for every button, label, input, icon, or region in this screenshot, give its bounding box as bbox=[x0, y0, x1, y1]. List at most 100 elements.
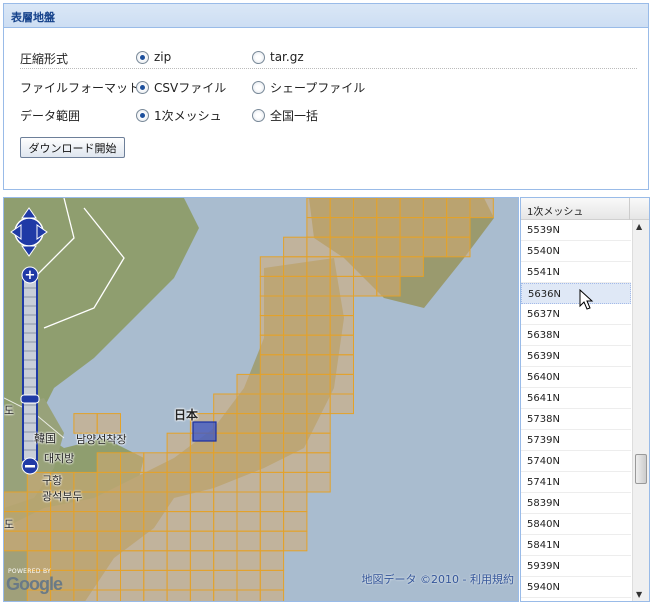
radio-selected-icon[interactable] bbox=[136, 81, 149, 94]
mesh-cell[interactable] bbox=[259, 354, 285, 375]
mesh-cell[interactable] bbox=[96, 511, 121, 532]
mesh-cell[interactable] bbox=[259, 550, 285, 571]
mesh-cell[interactable] bbox=[189, 511, 215, 532]
mesh-cell[interactable] bbox=[73, 589, 98, 602]
mesh-cell[interactable] bbox=[236, 511, 261, 532]
grid-row[interactable]: 5539N bbox=[521, 220, 631, 241]
grid-row[interactable]: 5739N bbox=[521, 430, 631, 451]
mesh-cell[interactable] bbox=[306, 217, 331, 238]
mesh-cell[interactable] bbox=[283, 432, 308, 454]
mesh-cell[interactable] bbox=[259, 491, 285, 513]
mesh-cell[interactable] bbox=[329, 393, 355, 415]
mesh-cell[interactable] bbox=[73, 530, 98, 552]
mesh-cell[interactable] bbox=[399, 236, 424, 258]
mesh-cell[interactable] bbox=[213, 511, 238, 532]
grid-row[interactable]: 5740N bbox=[521, 451, 631, 472]
mesh-cell[interactable] bbox=[166, 530, 191, 552]
mesh-cell[interactable] bbox=[120, 491, 145, 513]
mesh-cell[interactable] bbox=[306, 198, 331, 219]
mesh-cell[interactable] bbox=[306, 452, 331, 473]
mesh-cell[interactable] bbox=[120, 569, 145, 591]
mesh-cell[interactable] bbox=[376, 236, 401, 258]
mesh-cell[interactable] bbox=[329, 217, 355, 238]
mesh-cell[interactable] bbox=[283, 354, 308, 375]
mesh-cell[interactable] bbox=[26, 530, 52, 552]
mesh-cell[interactable] bbox=[376, 198, 401, 219]
mesh-cell[interactable] bbox=[283, 275, 308, 297]
mesh-cell[interactable] bbox=[259, 413, 285, 434]
mesh-cell[interactable] bbox=[446, 217, 471, 238]
mesh-cell[interactable] bbox=[73, 569, 98, 591]
mesh-cell[interactable] bbox=[353, 256, 378, 277]
mesh-cell[interactable] bbox=[259, 511, 285, 532]
mesh-cell[interactable] bbox=[259, 432, 285, 454]
mesh-cell[interactable] bbox=[143, 491, 168, 513]
radio-empty-icon[interactable] bbox=[252, 109, 265, 122]
mesh-cell[interactable] bbox=[213, 393, 238, 415]
mesh-cell[interactable] bbox=[236, 550, 261, 571]
scroll-down-icon[interactable]: ▼ bbox=[636, 590, 642, 599]
radio-empty-icon[interactable] bbox=[252, 50, 265, 64]
grid-scrollbar[interactable]: ▲ ▼ bbox=[632, 220, 649, 601]
mesh-cell[interactable] bbox=[329, 295, 355, 317]
grid-row[interactable]: 5637N bbox=[521, 304, 631, 325]
mesh-cell[interactable] bbox=[189, 491, 215, 513]
mesh-cell[interactable] bbox=[189, 530, 215, 552]
mesh-cell[interactable] bbox=[4, 491, 28, 513]
grid-row[interactable]: 5939N bbox=[521, 556, 631, 577]
mesh-cell[interactable] bbox=[96, 452, 121, 473]
mesh-cell[interactable] bbox=[236, 471, 261, 493]
mesh-cell[interactable] bbox=[353, 236, 378, 258]
mesh-cell[interactable] bbox=[283, 471, 308, 493]
mesh-cell[interactable] bbox=[143, 589, 168, 602]
mesh-cell[interactable] bbox=[236, 452, 261, 473]
mesh-cell[interactable] bbox=[399, 217, 424, 238]
mesh-cell[interactable] bbox=[306, 432, 331, 454]
mesh-cell[interactable] bbox=[283, 530, 308, 552]
mesh-cell[interactable] bbox=[189, 589, 215, 602]
grid-row[interactable]: 5540N bbox=[521, 241, 631, 262]
radio-targz[interactable]: tar.gz bbox=[252, 50, 304, 64]
mesh-cell[interactable] bbox=[166, 471, 191, 493]
mesh-cell[interactable] bbox=[120, 589, 145, 602]
grid-row[interactable]: 5541N bbox=[521, 262, 631, 283]
mesh-cell[interactable] bbox=[329, 198, 355, 219]
mesh-cell[interactable] bbox=[166, 432, 191, 454]
mesh-cell[interactable] bbox=[189, 550, 215, 571]
mesh-cell[interactable] bbox=[283, 511, 308, 532]
mesh-cell[interactable] bbox=[283, 413, 308, 434]
mesh-cell[interactable] bbox=[96, 530, 121, 552]
scrollbar-thumb[interactable] bbox=[635, 454, 647, 484]
mesh-cell[interactable] bbox=[306, 413, 331, 434]
mesh-cell[interactable] bbox=[213, 432, 238, 454]
mesh-cell[interactable] bbox=[329, 315, 355, 336]
grid-row[interactable]: 5641N bbox=[521, 388, 631, 409]
grid-row[interactable]: 5741N bbox=[521, 472, 631, 493]
pan-control[interactable] bbox=[10, 206, 50, 258]
mesh-cell[interactable] bbox=[353, 198, 378, 219]
mesh-cell[interactable] bbox=[166, 550, 191, 571]
mesh-cell[interactable] bbox=[306, 236, 331, 258]
map-view[interactable]: + 日本 韓国 대지방 남양선착장 구항 광석부두 도 도 POWERED BY… bbox=[3, 197, 519, 602]
mesh-cell[interactable] bbox=[329, 256, 355, 277]
grid-row[interactable]: 5841N bbox=[521, 535, 631, 556]
mesh-cell[interactable] bbox=[120, 452, 145, 473]
mesh-cell[interactable] bbox=[283, 236, 308, 258]
grid-row[interactable]: 5639N bbox=[521, 346, 631, 367]
mesh-cell[interactable] bbox=[283, 393, 308, 415]
mesh-cell[interactable] bbox=[259, 393, 285, 415]
grid-row[interactable]: 5839N bbox=[521, 493, 631, 514]
mesh-cell[interactable] bbox=[353, 275, 378, 297]
mesh-cell[interactable] bbox=[306, 334, 331, 356]
mesh-cell[interactable] bbox=[306, 315, 331, 336]
grid-row[interactable]: 5640N bbox=[521, 367, 631, 388]
mesh-cell[interactable] bbox=[306, 471, 331, 493]
mesh-cell[interactable] bbox=[259, 373, 285, 395]
radio-empty-icon[interactable] bbox=[252, 81, 265, 94]
mesh-cell[interactable] bbox=[236, 491, 261, 513]
mesh-cell[interactable] bbox=[283, 295, 308, 317]
mesh-cell[interactable] bbox=[120, 550, 145, 571]
mesh-cell[interactable] bbox=[353, 217, 378, 238]
mesh-cell[interactable] bbox=[259, 275, 285, 297]
mesh-cell[interactable] bbox=[283, 491, 308, 513]
